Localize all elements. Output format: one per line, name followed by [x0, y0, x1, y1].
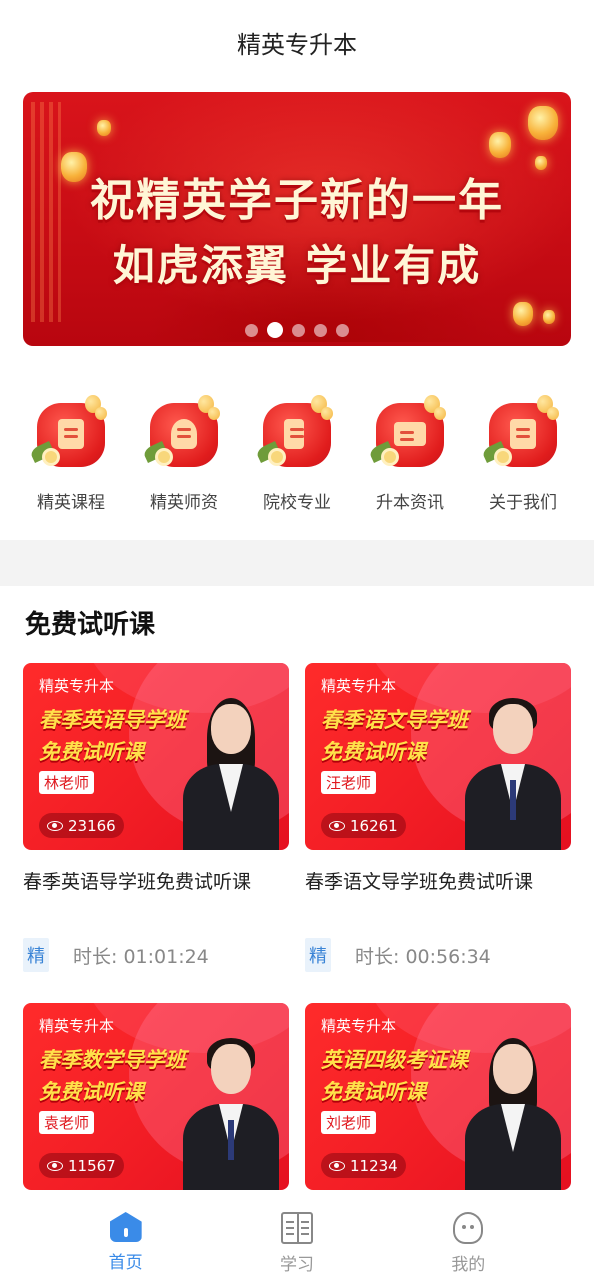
course-duration: 时长: 01:01:24 [73, 945, 209, 968]
teacher-badge: 林老师 [39, 771, 95, 794]
carousel-dot-active[interactable] [267, 322, 283, 338]
view-count-value: 11234 [350, 1156, 398, 1175]
course-title[interactable]: 春季英语导学班免费试听课 [23, 867, 289, 894]
thumb-course-name: 春季数学导学班 [39, 1048, 186, 1072]
course-card[interactable]: 精英专升本 春季数学导学班 免费试听课 袁老师 11567 [23, 1003, 289, 1190]
thumb-brand: 精英专升本 [321, 1017, 397, 1035]
nav-item-about[interactable]: 关于我们 [474, 393, 572, 518]
lantern-icon [489, 132, 511, 158]
quality-tag: 精 [305, 938, 331, 972]
thumb-free-label: 免费试听课 [39, 740, 144, 764]
home-icon [109, 1212, 142, 1242]
thumb-course-name: 英语四级考证课 [321, 1048, 468, 1072]
tab-label: 首页 [108, 1253, 143, 1273]
nav-label: 院校专业 [263, 493, 331, 513]
teacher-photo [465, 1038, 561, 1190]
tab-study[interactable]: 学习 [252, 1200, 342, 1280]
teacher-icon [142, 393, 222, 473]
app-header: 精英专升本 [0, 0, 594, 84]
nav-item-news[interactable]: 升本资讯 [361, 393, 459, 518]
profile-icon [453, 1212, 484, 1244]
course-thumbnail[interactable]: 精英专升本 春季数学导学班 免费试听课 袁老师 11567 [23, 1003, 289, 1190]
thumb-course-name: 春季语文导学班 [321, 708, 468, 732]
teacher-photo [183, 698, 279, 850]
view-count: 11567 [39, 1153, 124, 1178]
teacher-badge: 汪老师 [321, 771, 377, 794]
banner-subheadline: 如虎添翼 学业有成 [112, 241, 482, 290]
thumb-course-name: 春季英语导学班 [39, 708, 186, 732]
nav-item-teachers[interactable]: 精英师资 [135, 393, 233, 518]
news-icon [368, 393, 448, 473]
course-thumbnail[interactable]: 精英专升本 英语四级考证课 免费试听课 刘老师 11234 [305, 1003, 571, 1190]
view-count: 23166 [39, 813, 124, 838]
eye-icon [47, 1160, 63, 1171]
view-count: 11234 [321, 1153, 406, 1178]
nav-label: 精英课程 [37, 493, 105, 513]
quick-nav: 精英课程 精英师资 院校专业 升本资讯 关于我们 [0, 393, 594, 518]
tab-me[interactable]: 我的 [423, 1200, 513, 1280]
tab-home[interactable]: 首页 [81, 1200, 171, 1280]
nav-label: 精英师资 [150, 493, 218, 513]
tab-label: 我的 [451, 1255, 486, 1275]
nav-item-courses[interactable]: 精英课程 [22, 393, 120, 518]
carousel-dot[interactable] [336, 323, 349, 337]
thumb-brand: 精英专升本 [39, 1017, 115, 1035]
thumb-free-label: 免费试听课 [321, 1080, 426, 1104]
nav-item-schools[interactable]: 院校专业 [248, 393, 346, 518]
eye-icon [329, 1160, 345, 1171]
teacher-photo [465, 698, 561, 850]
course-thumbnail[interactable]: 精英专升本 春季英语导学班 免费试听课 林老师 23166 [23, 663, 289, 850]
carousel-dot[interactable] [292, 323, 305, 337]
teacher-photo [183, 1038, 279, 1190]
section-divider [0, 540, 594, 586]
eye-icon [329, 820, 345, 831]
teacher-badge: 袁老师 [39, 1111, 95, 1134]
carousel-indicator [23, 322, 571, 338]
course-icon [29, 393, 109, 473]
course-card[interactable]: 精英专升本 春季语文导学班 免费试听课 汪老师 16261 春季语文导学班免费试… [305, 663, 571, 972]
carousel-dot[interactable] [245, 323, 258, 337]
course-duration: 时长: 00:56:34 [355, 945, 491, 968]
course-meta: 精 时长: 01:01:24 [23, 938, 289, 972]
thumb-brand: 精英专升本 [321, 677, 397, 695]
banner-headline: 祝精英学子新的一年 [90, 175, 504, 226]
lantern-icon [528, 106, 558, 140]
promo-banner[interactable]: 祝精英学子新的一年 如虎添翼 学业有成 [23, 92, 571, 346]
page-title: 精英专升本 [237, 30, 357, 59]
view-count: 16261 [321, 813, 406, 838]
thumb-brand: 精英专升本 [39, 677, 115, 695]
tab-label: 学习 [279, 1255, 314, 1275]
school-icon [255, 393, 335, 473]
thumb-free-label: 免费试听课 [321, 740, 426, 764]
course-card[interactable]: 精英专升本 春季英语导学班 免费试听课 林老师 23166 春季英语导学班免费试… [23, 663, 289, 972]
quality-tag: 精 [23, 938, 49, 972]
view-count-value: 16261 [350, 816, 398, 835]
course-thumbnail[interactable]: 精英专升本 春季语文导学班 免费试听课 汪老师 16261 [305, 663, 571, 850]
view-count-value: 23166 [68, 816, 116, 835]
nav-label: 关于我们 [489, 493, 557, 513]
about-icon [481, 393, 561, 473]
eye-icon [47, 820, 63, 831]
course-meta: 精 时长: 00:56:34 [305, 938, 571, 972]
nav-label: 升本资讯 [376, 493, 444, 513]
course-card[interactable]: 精英专升本 英语四级考证课 免费试听课 刘老师 11234 [305, 1003, 571, 1190]
bottom-tab-bar: 首页 学习 我的 [0, 1200, 594, 1280]
view-count-value: 11567 [68, 1156, 116, 1175]
teacher-badge: 刘老师 [321, 1111, 377, 1134]
section-title: 免费试听课 [25, 610, 156, 640]
course-title[interactable]: 春季语文导学班免费试听课 [305, 867, 571, 894]
lantern-icon [97, 120, 111, 136]
carousel-dot[interactable] [314, 323, 327, 337]
book-icon [280, 1212, 313, 1244]
thumb-free-label: 免费试听课 [39, 1080, 144, 1104]
